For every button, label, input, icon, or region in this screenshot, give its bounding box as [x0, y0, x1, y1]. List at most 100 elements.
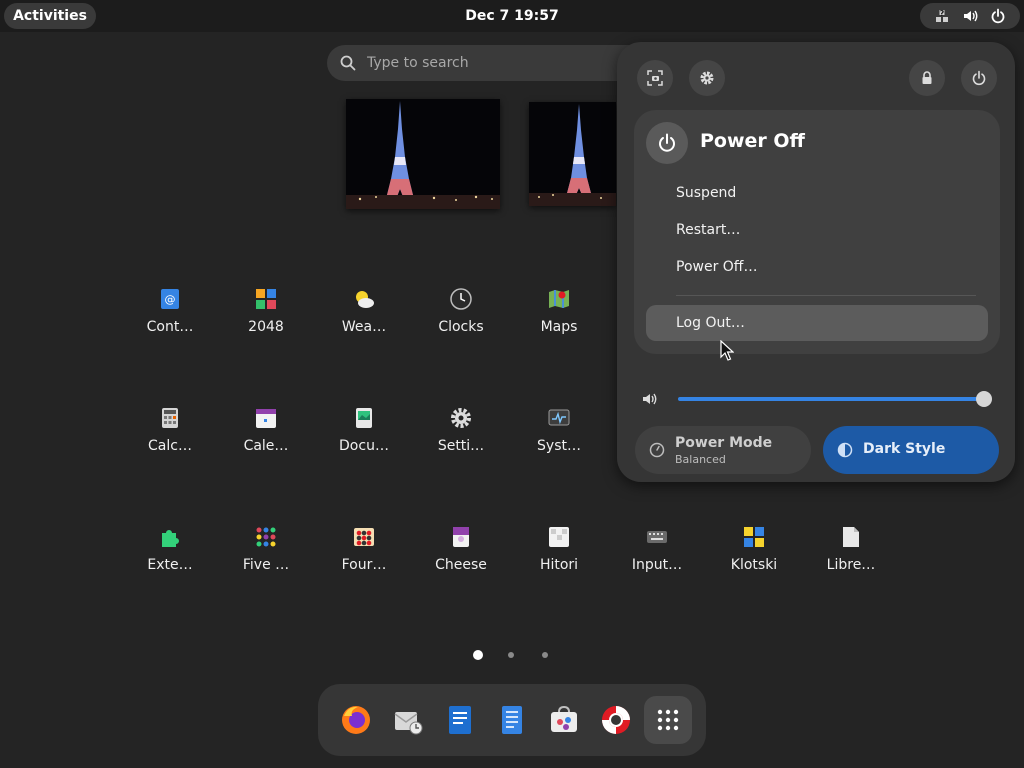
app-label: Libre…: [826, 557, 876, 573]
writer-icon: [449, 706, 471, 734]
svg-text:?: ?: [940, 9, 945, 18]
klotski-icon: [744, 527, 764, 547]
app-input-method[interactable]: Input…: [609, 517, 705, 589]
document-viewer-icon: [356, 408, 372, 428]
settings-button[interactable]: [689, 60, 725, 96]
power-mode-toggle[interactable]: Power Mode Balanced: [635, 426, 811, 474]
dark-style-title: Dark Style: [863, 441, 946, 457]
page-indicator-1[interactable]: [473, 650, 483, 660]
clock[interactable]: Dec 7 19:57: [0, 0, 1024, 32]
app-cheese[interactable]: Cheese: [413, 517, 509, 589]
dash-text-editor[interactable]: [488, 696, 536, 744]
maps-icon: [549, 290, 569, 308]
eiffel-tower-wallpaper: [529, 102, 616, 206]
dash: [318, 684, 706, 756]
power-button[interactable]: [961, 60, 997, 96]
gear-icon: [700, 71, 714, 85]
lock-button[interactable]: [909, 60, 945, 96]
dash-help[interactable]: [592, 696, 640, 744]
2048-icon: [256, 289, 276, 309]
app-label: 2048: [248, 319, 284, 335]
help-icon: [602, 706, 630, 734]
system-tray[interactable]: ?: [920, 3, 1020, 29]
page-indicator-3[interactable]: [542, 652, 548, 658]
app-maps[interactable]: Maps: [511, 279, 607, 351]
app-clocks[interactable]: Clocks: [413, 279, 509, 351]
dark-style-toggle[interactable]: Dark Style: [823, 426, 999, 474]
eiffel-tower-wallpaper: [346, 99, 500, 209]
dash-evolution[interactable]: [384, 696, 432, 744]
network-unknown-icon: ?: [936, 9, 948, 22]
evolution-icon: [394, 712, 423, 735]
app-five-or-more[interactable]: Five …: [218, 517, 314, 589]
screenshot-button[interactable]: [637, 60, 673, 96]
dash-writer[interactable]: [436, 696, 484, 744]
power-icon: [659, 133, 675, 152]
power-mode-icon: [649, 442, 665, 458]
volume-icon: [964, 10, 978, 22]
activities-button[interactable]: Activities: [4, 3, 96, 29]
mouse-cursor-icon: [720, 340, 734, 361]
power-mode-title: Power Mode: [675, 435, 773, 451]
app-2048[interactable]: 2048: [218, 279, 314, 351]
power-icon: [991, 8, 1005, 24]
app-system-monitor[interactable]: Syst…: [511, 398, 607, 470]
app-label: Setti…: [437, 438, 485, 454]
suspend-item[interactable]: Suspend: [646, 175, 988, 211]
app-extensions[interactable]: Exte…: [122, 517, 218, 589]
app-hitori[interactable]: Hitori: [511, 517, 607, 589]
app-label: Cont…: [146, 319, 194, 335]
calendar-icon: [256, 409, 276, 428]
app-calculator[interactable]: Calc…: [122, 398, 218, 470]
power-off-submenu: Power Off Suspend Restart… Power Off… Lo…: [634, 110, 1000, 354]
hitori-icon: [549, 527, 569, 547]
power-off-title: Power Off: [700, 130, 805, 152]
app-label: Calc…: [148, 438, 192, 454]
dash-firefox[interactable]: [332, 696, 380, 744]
weather-icon: [356, 291, 374, 308]
app-weather[interactable]: Wea…: [316, 279, 412, 351]
app-label: Wea…: [341, 319, 387, 335]
app-label: Hitori: [539, 557, 579, 573]
volume-slider-handle[interactable]: [976, 391, 992, 407]
search-icon: [340, 55, 356, 71]
restart-item[interactable]: Restart…: [646, 212, 988, 248]
cheese-icon: [453, 527, 469, 547]
power-off-item[interactable]: Power Off…: [646, 249, 988, 285]
app-contacts[interactable]: @ Cont…: [122, 279, 218, 351]
dash-show-apps[interactable]: [644, 696, 692, 744]
contacts-icon: @: [161, 289, 179, 309]
dark-style-icon: [837, 442, 853, 458]
power-icon: [972, 70, 986, 86]
app-label: Cheese: [435, 557, 487, 573]
settings-icon: [451, 408, 471, 428]
input-method-icon: [647, 531, 667, 543]
app-label: Klotski: [730, 557, 778, 573]
app-klotski[interactable]: Klotski: [706, 517, 802, 589]
workspace-thumbnail-2[interactable]: [529, 102, 616, 206]
app-settings[interactable]: Setti…: [413, 398, 509, 470]
workspace-thumbnail-1[interactable]: [346, 99, 500, 209]
five-or-more-icon: [256, 527, 276, 547]
text-editor-icon: [502, 706, 522, 734]
app-libreoffice[interactable]: Libre…: [803, 517, 899, 589]
lock-icon: [922, 71, 932, 84]
log-out-item[interactable]: Log Out…: [646, 305, 988, 341]
volume-icon: [643, 393, 657, 405]
app-four-in-a-row[interactable]: Four…: [316, 517, 412, 589]
app-document-viewer[interactable]: Docu…: [316, 398, 412, 470]
page-indicator-2[interactable]: [508, 652, 514, 658]
app-calendar[interactable]: Cale…: [218, 398, 314, 470]
svg-text:@: @: [165, 293, 176, 306]
clocks-icon: [450, 288, 472, 310]
system-monitor-icon: [548, 409, 570, 426]
dash-software[interactable]: [540, 696, 588, 744]
separator: [676, 295, 976, 296]
power-off-header-icon: [646, 122, 688, 164]
volume-slider[interactable]: [678, 397, 984, 401]
quick-settings-menu: Power Off Suspend Restart… Power Off… Lo…: [617, 42, 1015, 482]
app-label: Docu…: [339, 438, 389, 454]
app-label: Syst…: [537, 438, 581, 454]
four-in-a-row-icon: [354, 528, 374, 546]
app-label: Four…: [341, 557, 387, 573]
